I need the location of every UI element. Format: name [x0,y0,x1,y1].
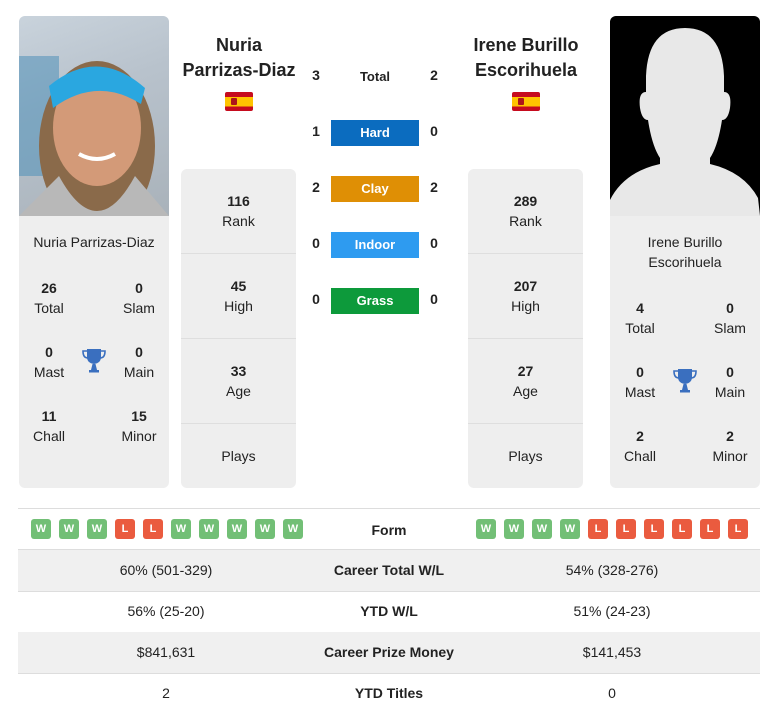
h2h-total-label: Total [359,69,391,84]
player1-age: 33 Age [181,339,296,424]
player1-stats: 116 Rank 45 High 33 Age Plays [181,169,296,488]
player2-titles-minor: 2 Minor [712,428,748,464]
player2-titles-mast: 0 Mast [624,364,656,400]
h2h-grass-p1: 0 [312,291,320,307]
h2h-clay-p2: 2 [430,179,438,195]
avatar-placeholder-icon [610,28,760,216]
h2h-hard-p2: 0 [430,123,438,139]
player2-form-badge-loss[interactable]: L [644,519,664,539]
player1-name[interactable]: Nuria Parrizas-Diaz [178,33,300,83]
player2-titles-slam: 0 Slam [714,300,746,336]
player1-form-badge-win[interactable]: W [171,519,191,539]
player1-form-badge-win[interactable]: W [31,519,51,539]
trophy-icon [673,369,697,393]
player2-high: 207 High [468,254,583,339]
player2-stats: 289 Rank 207 High 27 Age Plays [468,169,583,488]
player1-rank: 116 Rank [181,169,296,254]
player2-form-badge-loss[interactable]: L [700,519,720,539]
h2h-clay-p1: 2 [312,179,320,195]
player1-titles-mast: 0 Mast [33,344,65,380]
h2h-indoor-p1: 0 [312,235,320,251]
h2h-total-p1: 3 [312,67,320,83]
player2-form-badge-win[interactable]: W [532,519,552,539]
player2-plays: Plays [508,448,543,464]
comparison-row-prize-money: $841,631 Career Prize Money $141,453 [18,632,760,673]
player2-name[interactable]: Irene Burillo Escorihuela [460,33,592,83]
player2-titles-chall: 2 Chall [624,428,656,464]
surface-indoor-button[interactable]: Indoor [331,232,419,258]
surface-clay-button[interactable]: Clay [331,176,419,202]
player2-rank: 289 Rank [468,169,583,254]
comparison-row-ytd-titles: 2 YTD Titles 0 [162,685,616,701]
player1-form-badge-win[interactable]: W [87,519,107,539]
divider [18,508,760,509]
player1-form-badge-loss[interactable]: L [115,519,135,539]
player1-card-name: Nuria Parrizas-Diaz [33,234,155,250]
player1-photo[interactable] [19,16,169,216]
player2-titles-main: 0 Main [714,364,746,400]
player1-titles-chall: 11 Chall [33,408,65,444]
player2-titles-total: 4 Total [625,300,655,336]
player1-titles-main: 0 Main [123,344,155,380]
spain-flag-icon [512,92,540,111]
player2-form-badge-loss[interactable]: L [588,519,608,539]
surface-grass-button[interactable]: Grass [331,288,419,314]
comparison-row-ytd-wl: 56% (25-20) YTD W/L 51% (24-23) [127,603,651,619]
player2-card-name: Irene Burillo Escorihuela [647,234,723,270]
player2-card: Irene Burillo Escorihuela 4 Total 0 Slam… [610,16,760,488]
player1-titles-slam: 0 Slam [123,280,155,316]
player2-photo[interactable] [610,16,760,216]
player2-form-badge-win[interactable]: W [504,519,524,539]
spain-flag-icon [225,92,253,111]
player2-form-badge-loss[interactable]: L [672,519,692,539]
player2-form-badge-loss[interactable]: L [728,519,748,539]
player1-titles-minor: 15 Minor [121,408,157,444]
player1-titles-total: 26 Total [34,280,64,316]
comparison-row-career-wl: 60% (501-329) Career Total W/L 54% (328-… [18,550,760,591]
h2h-indoor-p2: 0 [430,235,438,251]
form-label: Form [371,522,407,538]
surface-hard-button[interactable]: Hard [331,120,419,146]
player1-form-badge-win[interactable]: W [227,519,247,539]
trophy-icon [82,349,106,373]
player2-form-badge-win[interactable]: W [476,519,496,539]
h2h-total-p2: 2 [430,67,438,83]
player1-form-badge-loss[interactable]: L [143,519,163,539]
player1-form-badge-win[interactable]: W [255,519,275,539]
player2-form-badge-loss[interactable]: L [616,519,636,539]
player1-portrait-image [19,56,169,216]
player1-high: 45 High [181,254,296,339]
player1-card: Nuria Parrizas-Diaz 26 Total 0 Slam 0 Ma… [19,16,169,488]
player1-form-badge-win[interactable]: W [59,519,79,539]
player1-form-badge-win[interactable]: W [199,519,219,539]
h2h-grass-p2: 0 [430,291,438,307]
player2-age: 27 Age [468,339,583,424]
player1-plays: Plays [221,448,256,464]
player2-form-badge-win[interactable]: W [560,519,580,539]
h2h-hard-p1: 1 [312,123,320,139]
player1-form-badge-win[interactable]: W [283,519,303,539]
